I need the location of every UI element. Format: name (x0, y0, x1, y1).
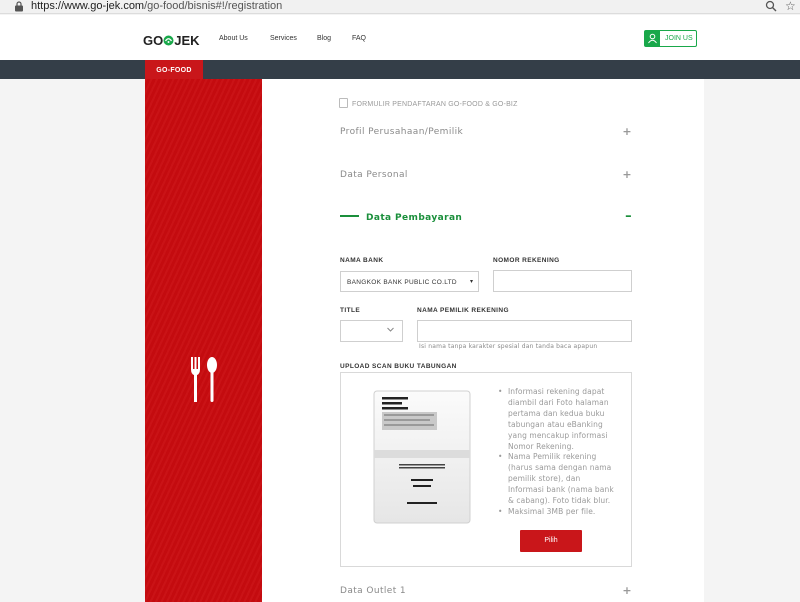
lock-icon (15, 1, 23, 12)
expand-plus-icon[interactable]: + (622, 125, 632, 138)
collapse-minus-icon[interactable]: – (625, 209, 632, 224)
accordion-profil-perusahaan[interactable]: Profil Perusahaan/Pemilik + (340, 125, 632, 138)
upload-dropzone[interactable]: Informasi rekening dapat diambil dari Fo… (340, 372, 632, 567)
nomor-rekening-label: NOMOR REKENING (493, 257, 560, 264)
title-select[interactable] (340, 320, 403, 342)
account-name-hint: Isi nama tanpa karakter spesial dan tand… (419, 343, 598, 350)
tab-go-food[interactable]: GO-FOOD (145, 60, 203, 80)
bookmark-star-icon[interactable]: ☆ (785, 0, 796, 13)
passbook-illustration (373, 390, 471, 524)
user-icon (645, 31, 660, 46)
pilih-button[interactable]: Pilih (520, 530, 582, 552)
upload-instructions: Informasi rekening dapat diambil dari Fo… (498, 387, 618, 518)
gojek-swirl-icon (163, 35, 174, 46)
nama-pemilik-rekening-label: NAMA PEMILIK REKENING (417, 307, 509, 314)
url-text[interactable]: https://www.go-jek.com/go-food/bisnis#!/… (31, 0, 282, 13)
browser-url-bar[interactable]: https://www.go-jek.com/go-food/bisnis#!/… (0, 0, 800, 14)
gojek-logo[interactable]: GO JEK (143, 33, 200, 48)
join-us-button[interactable]: JOIN US (644, 30, 697, 47)
title-label: TITLE (340, 307, 361, 314)
active-section-marker (340, 215, 359, 217)
nama-bank-label: NAMA BANK (340, 257, 384, 264)
upload-instruction-item: Informasi rekening dapat diambil dari Fo… (498, 387, 618, 452)
accordion-data-personal[interactable]: Data Personal + (340, 168, 632, 181)
nav-faq[interactable]: FAQ (352, 35, 366, 42)
nav-about-us[interactable]: About Us (219, 35, 248, 42)
document-icon (339, 98, 348, 108)
form-title: FORMULIR PENDAFTARAN GO-FOOD & GO-BIZ (339, 98, 518, 108)
expand-plus-icon[interactable]: + (622, 584, 632, 597)
fork-spoon-icon (191, 357, 217, 402)
bank-select-value: BANGKOK BANK PUBLIC CO.LTD (347, 279, 457, 286)
zoom-icon[interactable] (765, 0, 777, 12)
upload-label: UPLOAD SCAN BUKU TABUNGAN (340, 363, 457, 370)
chevron-down-icon (387, 327, 394, 332)
account-name-input[interactable] (417, 320, 632, 342)
upload-instruction-item: Maksimal 3MB per file. (498, 507, 618, 518)
nav-services[interactable]: Services (270, 35, 297, 42)
go-food-side-panel (145, 79, 262, 602)
upload-instruction-item: Nama Pemilik rekening (harus sama dengan… (498, 452, 618, 507)
accordion-data-pembayaran[interactable]: Data Pembayaran – (340, 209, 632, 224)
bank-select[interactable]: BANGKOK BANK PUBLIC CO.LTD ▾ (340, 271, 479, 292)
account-number-input[interactable] (493, 270, 632, 292)
join-us-label: JOIN US (665, 35, 693, 42)
expand-plus-icon[interactable]: + (622, 168, 632, 181)
site-header: GO JEK About Us Services Blog FAQ JOIN US (0, 15, 800, 60)
dropdown-arrow-icon: ▾ (469, 279, 473, 285)
nav-blog[interactable]: Blog (317, 35, 331, 42)
section-band (0, 60, 800, 79)
accordion-data-outlet-1[interactable]: Data Outlet 1 + (340, 584, 632, 597)
